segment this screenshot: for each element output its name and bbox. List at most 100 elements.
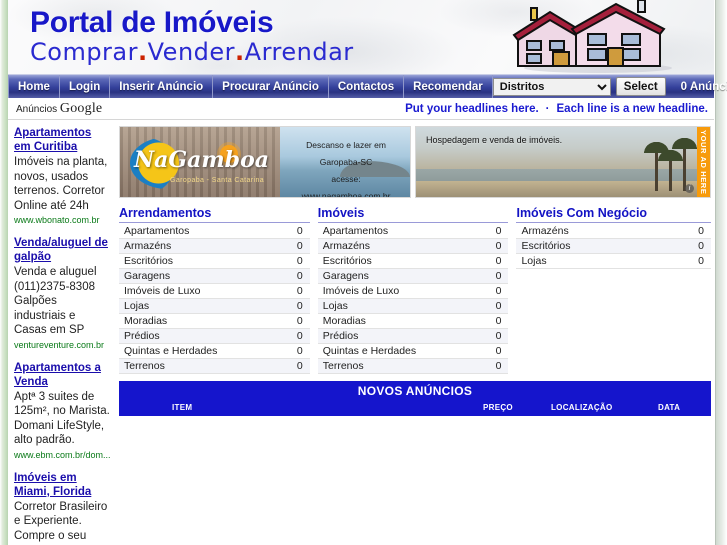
table-row[interactable]: Apartamentos 0 [119,224,310,239]
sidebar-ad-3-title-line2: Venda [14,375,48,388]
headline-ticker: Put your headlines here. · Each line is a … [405,103,714,115]
sidebar-ad-1: Apartamentos em Curitiba Imóveis na plan… [14,126,111,226]
table-row[interactable]: Prédios 0 [317,328,509,344]
nav-item-recomendar[interactable]: Recomendar [404,75,493,98]
nav-item-contactos[interactable]: Contactos [329,75,405,98]
banner-nagamboa-left-panel: NaGamboa Garopaba - Santa Catarina [120,127,280,197]
nav-right-group: Distritos Select 0 Anúncios Online! [492,75,727,98]
novos-col-item: ITEM [172,403,193,412]
stats-column-arrendamentos: Arrendamentos Apartamentos 0 Armazéns 0 Es… [119,206,310,374]
info-icon[interactable]: i [685,184,694,193]
adsense-headline-strip: Anúncios Google Put your headlines here.… [8,98,714,120]
stats-label: Apartamentos [119,224,284,239]
sidebar-ad-1-text: Imóveis na planta, novos, usados terreno… [14,156,108,212]
stats-label: Escritórios [119,253,284,269]
table-row[interactable]: Terrenos 0 [119,358,310,374]
banner-nagamboa-copy: Descanso e lazer em Garopaba-SC acesse: … [288,137,404,198]
table-row[interactable]: Moradias 0 [317,313,509,329]
headline-text-2: Each line is a new headline. [556,102,708,115]
main-navigation: Home Login Inserir Anúncio Procurar Anún… [8,74,727,98]
sidebar-ad-2-url[interactable]: ventureventure.com.br [14,339,111,351]
sidebar-ad-4-title-line2: Miami, Florida [14,485,92,498]
palm-tree-icon-3 [670,136,699,191]
google-wordmark: Google [59,100,103,116]
stats-count: 0 [482,283,509,299]
table-row[interactable]: Imóveis de Luxo 0 [119,283,310,299]
stats-count: 0 [283,238,310,254]
table-row[interactable]: Lojas 0 [317,298,509,314]
nav-item-procurar-anuncio[interactable]: Procurar Anúncio [213,75,329,98]
banner-nagamboa-line1: Descanso e lazer em Garopaba-SC [306,140,386,167]
online-ads-count: 0 Anúncios Online! [680,80,727,93]
tagline-dot-1: . [138,38,148,66]
table-row[interactable]: Quintas e Herdades 0 [317,343,509,359]
stats-count: 0 [283,343,310,359]
table-row[interactable]: Escritórios 0 [516,238,712,254]
stats-label: Apartamentos [317,224,483,239]
sidebar-ad-4-title[interactable]: Imóveis em Miami, Florida [14,471,111,499]
table-row[interactable]: Terrenos 0 [317,358,509,374]
stats-table-imoveis-com-negocio: Armazéns 0 Escritórios 0 Lojas 0 [516,224,712,269]
nav-item-home[interactable]: Home [8,75,60,98]
tagline-dot-2: . [235,38,245,66]
sidebar-ad-3-text: Aptª 3 suites de 125m², no Marista. Doma… [14,390,110,447]
table-row[interactable]: Imóveis de Luxo 0 [317,283,509,299]
select-button[interactable]: Select [615,77,666,96]
site-masthead: Portal de Imóveis Comprar.Vender.Arrenda… [8,0,714,74]
sidebar-ad-1-title-line2: Curitiba [33,141,78,153]
stats-table-arrendamentos: Apartamentos 0 Armazéns 0 Escritórios 0 Gar… [119,224,310,374]
table-row[interactable]: Lojas 0 [119,298,310,314]
tagline-word-comprar: Comprar [30,38,138,66]
table-row[interactable]: Garagens 0 [317,268,509,284]
nav-item-login[interactable]: Login [60,75,111,98]
sidebar-ad-1-url[interactable]: www.wbonato.com.br [14,214,111,226]
banner-nagamboa[interactable]: NaGamboa Garopaba - Santa Catarina Desca… [119,126,411,198]
sidebar-ad-3-url[interactable]: www.ebm.com.br/dom... [14,449,111,461]
stats-label: Moradias [317,313,483,329]
google-ads-label-text: Anúncios [16,103,58,115]
sidebar-ads-column: Apartamentos em Curitiba Imóveis na plan… [8,120,115,545]
stats-count: 0 [482,224,509,239]
sidebar-ad-2-text: Venda e aluguel (011)2375-8308 Galpões i… [14,266,97,336]
site-tagline: Comprar.Vender.Arrendar [30,38,354,66]
nav-item-inserir-anuncio[interactable]: Inserir Anúncio [110,75,214,98]
table-row[interactable]: Lojas 0 [516,253,712,269]
table-row[interactable]: Armazéns 0 [516,224,712,239]
table-row[interactable]: Armazéns 0 [119,238,310,254]
sidebar-ad-4-text: Corretor Brasileiro e Experiente. Compre… [14,500,108,542]
table-row[interactable]: Prédios 0 [119,328,310,344]
table-row[interactable]: Garagens 0 [119,268,310,284]
banner-nagamboa-line2: acesse: [331,174,361,184]
district-select[interactable]: Distritos [492,77,611,96]
stats-label: Moradias [119,313,284,329]
stats-label: Escritórios [516,238,686,254]
table-row[interactable]: Escritórios 0 [317,253,509,269]
stats-label: Lojas [516,253,686,269]
sidebar-ad-2-title[interactable]: Venda/aluguel de galpão [14,236,111,264]
your-ad-here-label[interactable]: YOUR AD HERE [697,127,710,197]
stats-label: Garagens [119,268,284,284]
page-root: Portal de Imóveis Comprar.Vender.Arrenda… [0,0,727,545]
table-row[interactable]: Apartamentos 0 [317,224,509,239]
page-body: Portal de Imóveis Comprar.Vender.Arrenda… [8,0,727,545]
stats-table-imoveis: Apartamentos 0 Armazéns 0 Escritórios 0 Gar… [317,224,509,374]
stats-label: Escritórios [317,253,483,269]
sidebar-ad-3-title[interactable]: Apartamentos a Venda [14,361,111,389]
banner-nagamboa-line3: www.nagamboa.com.br [301,191,391,198]
stats-count: 0 [283,313,310,329]
sidebar-ad-1-title[interactable]: Apartamentos em Curitiba [14,126,111,154]
stats-count: 0 [482,358,509,374]
stats-tables: Arrendamentos Apartamentos 0 Armazéns 0 Es… [119,206,712,374]
novos-anuncios-body [119,416,711,534]
table-row[interactable]: Escritórios 0 [119,253,310,269]
tagline-word-vender: Vender [147,38,236,66]
table-row[interactable]: Armazéns 0 [317,238,509,254]
stats-label: Lojas [119,298,284,314]
houses-logo-icon [512,0,672,73]
banner-hospedagem[interactable]: Hospedagem e venda de imóveis. i YOUR AD… [415,126,711,198]
novos-col-data: DATA [658,403,681,412]
stats-heading-imoveis: Imóveis [317,206,509,223]
table-row[interactable]: Moradias 0 [119,313,310,329]
table-row[interactable]: Quintas e Herdades 0 [119,343,310,359]
sidebar-ad-4: Imóveis em Miami, Florida Corretor Brasi… [14,471,111,544]
